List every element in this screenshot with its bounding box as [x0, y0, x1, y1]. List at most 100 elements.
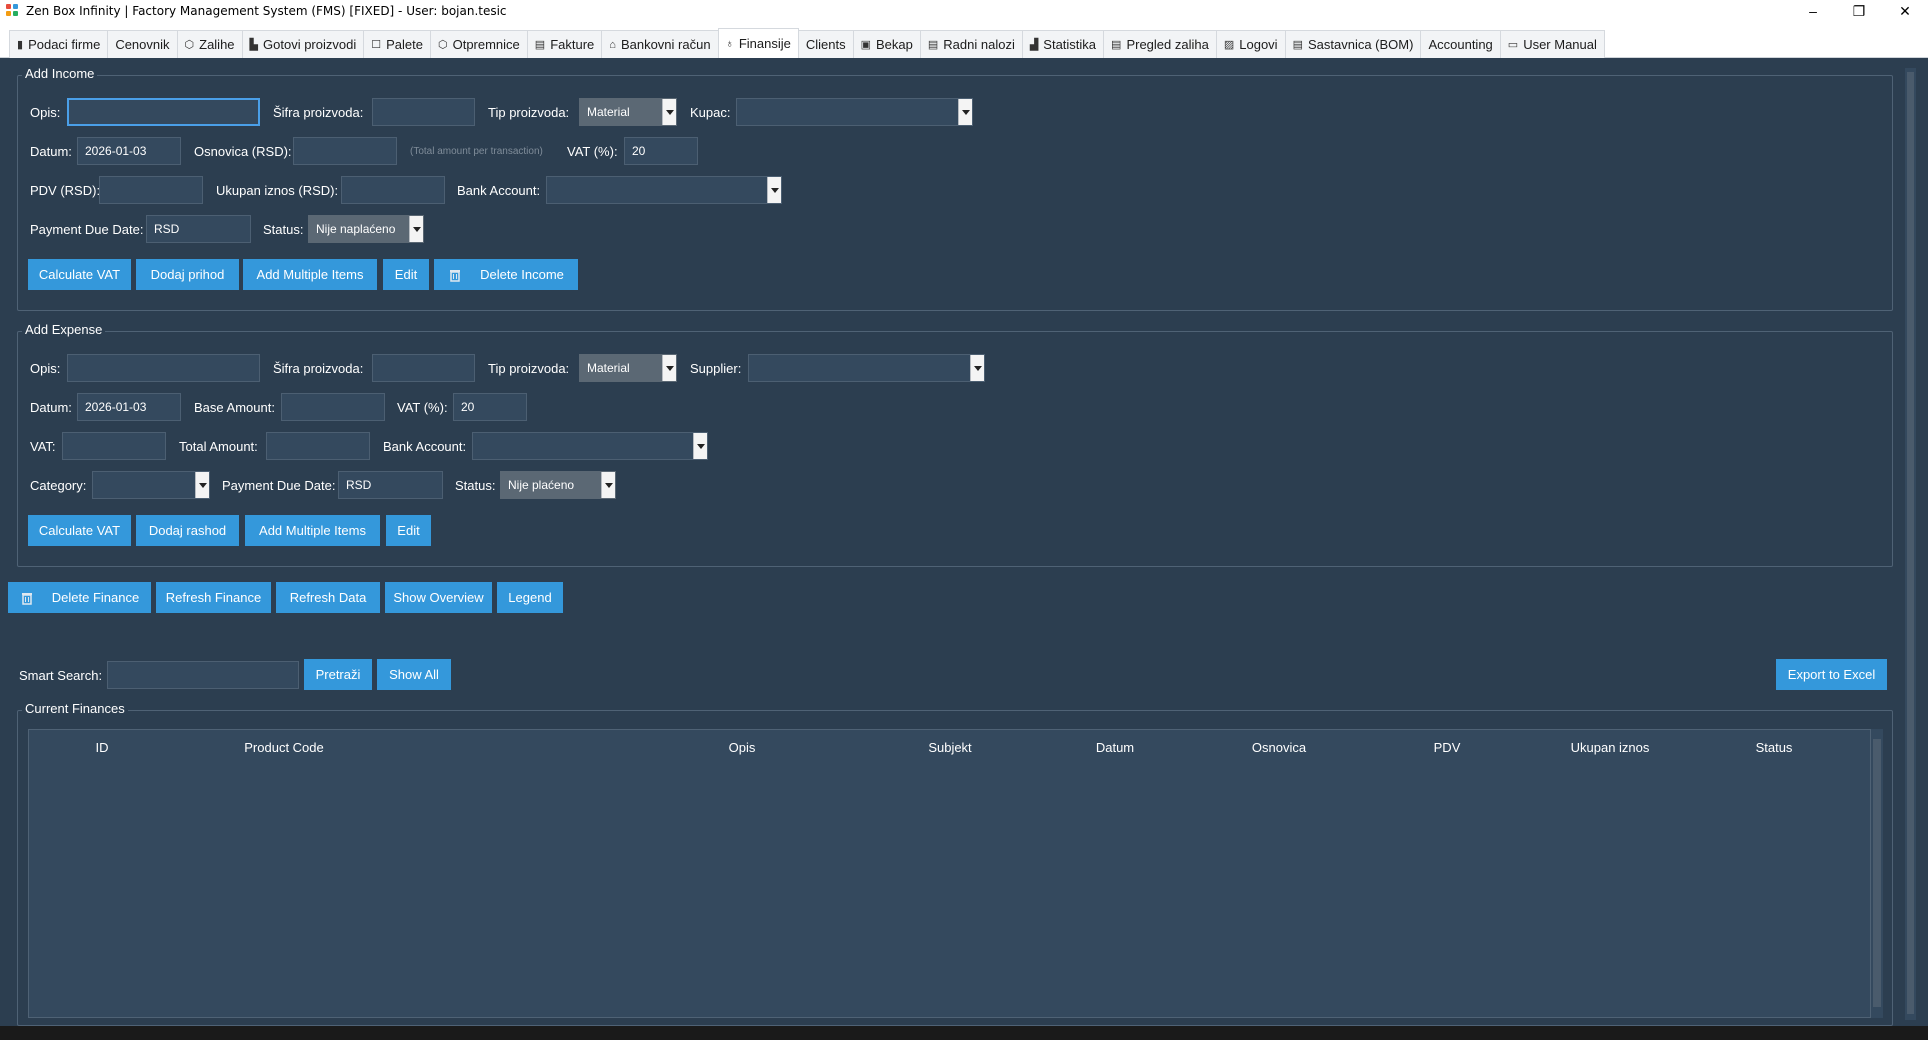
- tab-radni-nalozi[interactable]: ▤ Radni nalozi: [919, 30, 1023, 58]
- income-bank-select[interactable]: [546, 176, 782, 204]
- export-excel-button[interactable]: Export to Excel: [1776, 659, 1887, 690]
- tab-fakture[interactable]: ▤ Fakture: [526, 30, 603, 58]
- expense-opis-input[interactable]: [67, 354, 260, 382]
- tab-sastavnica-bom-[interactable]: ▤ Sastavnica (BOM): [1284, 30, 1422, 58]
- income-pdv-input[interactable]: [99, 176, 203, 204]
- income-calculate-vat-button[interactable]: Calculate VAT: [28, 259, 131, 290]
- tab-label: Statistika: [1043, 37, 1097, 52]
- expense-vat-pct-input[interactable]: 20: [453, 393, 527, 421]
- tab-bankovni-račun[interactable]: ⌂ Bankovni račun: [601, 30, 719, 58]
- expense-total-input[interactable]: [266, 432, 370, 460]
- tab-palete[interactable]: ☐ Palete: [363, 30, 431, 58]
- table-scroll-thumb[interactable]: [1873, 739, 1881, 1007]
- column-header[interactable]: Subjekt: [928, 740, 971, 755]
- add-expense-button[interactable]: Dodaj rashod: [136, 515, 239, 546]
- expense-supplier-select[interactable]: [748, 354, 985, 382]
- column-header[interactable]: ID: [96, 740, 109, 755]
- tab-label: Accounting: [1428, 37, 1493, 52]
- expense-due-input[interactable]: RSD: [338, 471, 443, 499]
- column-header[interactable]: Ukupan iznos: [1571, 740, 1650, 755]
- income-opis-input[interactable]: [67, 98, 260, 126]
- tab-user-manual[interactable]: ▭ User Manual: [1499, 30, 1605, 58]
- tab-logovi[interactable]: ▨ Logovi: [1215, 30, 1286, 58]
- add-income-button[interactable]: Dodaj prihod: [136, 259, 239, 290]
- chevron-down-icon[interactable]: [970, 355, 984, 381]
- chevron-down-icon[interactable]: [662, 355, 676, 381]
- page-vertical-scrollbar[interactable]: [1905, 68, 1916, 1020]
- tab-pregled-zaliha[interactable]: ▤ Pregled zaliha: [1103, 30, 1217, 58]
- table-vertical-scrollbar[interactable]: [1871, 729, 1883, 1018]
- tab-finansije[interactable]: ♁ Finansije: [717, 28, 799, 58]
- chevron-down-icon[interactable]: [693, 433, 707, 459]
- page-scroll-thumb[interactable]: [1907, 72, 1914, 1014]
- income-status-value: Nije naplaćeno: [316, 222, 396, 236]
- expense-base-input[interactable]: [281, 393, 385, 421]
- income-edit-button[interactable]: Edit: [383, 259, 429, 290]
- close-icon: ✕: [1899, 2, 1911, 19]
- column-header[interactable]: Status: [1756, 740, 1793, 755]
- tab-zalihe[interactable]: ⬡ Zalihe: [176, 30, 243, 58]
- column-header[interactable]: Opis: [729, 740, 756, 755]
- expense-bank-select[interactable]: [472, 432, 708, 460]
- tab-podaci-firme[interactable]: ▮ Podaci firme: [9, 30, 109, 58]
- show-all-button[interactable]: Show All: [377, 659, 451, 690]
- tab-label: Otpremnice: [452, 37, 520, 52]
- chevron-down-icon[interactable]: [195, 472, 209, 498]
- expense-status-select[interactable]: Nije plaćeno: [500, 471, 616, 499]
- column-header[interactable]: PDV: [1434, 740, 1461, 755]
- expense-category-label: Category:: [30, 478, 87, 493]
- tab-accounting[interactable]: Accounting: [1420, 30, 1501, 58]
- chevron-down-icon[interactable]: [409, 216, 423, 242]
- refresh-finance-button[interactable]: Refresh Finance: [156, 582, 271, 613]
- column-header[interactable]: Osnovica: [1252, 740, 1306, 755]
- expense-datum-input[interactable]: 2026-01-03: [77, 393, 181, 421]
- smart-search-input[interactable]: [107, 661, 299, 689]
- tab-bekap[interactable]: ▣ Bekap: [852, 30, 921, 58]
- income-sifra-input[interactable]: [372, 98, 475, 126]
- income-tip-select[interactable]: Material: [579, 98, 677, 126]
- income-kupac-select[interactable]: [736, 98, 973, 126]
- legend-button[interactable]: Legend: [497, 582, 563, 613]
- chevron-down-icon[interactable]: [767, 177, 781, 203]
- maximize-button[interactable]: ❐: [1836, 0, 1882, 22]
- tab-otpremnice[interactable]: ⬡ Otpremnice: [429, 30, 528, 58]
- minimize-button[interactable]: –: [1790, 0, 1836, 22]
- book-icon: ▭: [1507, 39, 1519, 51]
- income-osnovica-input[interactable]: [293, 137, 397, 165]
- income-bank-label: Bank Account:: [457, 183, 541, 198]
- income-add-multiple-button[interactable]: Add Multiple Items: [243, 259, 377, 290]
- close-button[interactable]: ✕: [1882, 0, 1928, 22]
- chevron-down-icon[interactable]: [662, 99, 676, 125]
- income-status-select[interactable]: Nije naplaćeno: [308, 215, 424, 243]
- show-overview-button[interactable]: Show Overview: [385, 582, 492, 613]
- expense-tip-select[interactable]: Material: [579, 354, 677, 382]
- tab-statistika[interactable]: ▟ Statistika: [1021, 30, 1105, 58]
- delete-income-button[interactable]: Delete Income: [434, 259, 578, 290]
- expense-add-multiple-button[interactable]: Add Multiple Items: [245, 515, 380, 546]
- column-header[interactable]: Datum: [1096, 740, 1134, 755]
- column-header[interactable]: Product Code: [244, 740, 324, 755]
- tab-label: Zalihe: [199, 37, 235, 52]
- expense-edit-button[interactable]: Edit: [386, 515, 431, 546]
- expense-category-select[interactable]: [92, 471, 210, 499]
- chevron-down-icon[interactable]: [958, 99, 972, 125]
- save-icon: ▣: [860, 39, 871, 51]
- income-due-input[interactable]: RSD: [146, 215, 251, 243]
- income-vat-input[interactable]: 20: [624, 137, 698, 165]
- refresh-data-button[interactable]: Refresh Data: [276, 582, 380, 613]
- expense-vat-input[interactable]: [62, 432, 166, 460]
- income-datum-input[interactable]: 2026-01-03: [77, 137, 181, 165]
- expense-sifra-input[interactable]: [372, 354, 475, 382]
- tab-gotovi-proizvodi[interactable]: ▙ Gotovi proizvodi: [241, 30, 365, 58]
- finances-table[interactable]: ID Product Code Opis Subjekt Datum Osnovica PD…: [28, 729, 1871, 1018]
- tab-clients[interactable]: Clients: [797, 30, 854, 58]
- income-ukupan-input[interactable]: [341, 176, 445, 204]
- document-icon: ▤: [1111, 39, 1122, 51]
- chevron-down-icon[interactable]: [601, 472, 615, 498]
- expense-calculate-vat-button[interactable]: Calculate VAT: [28, 515, 131, 546]
- income-sifra-label: Šifra proizvoda:: [273, 105, 364, 120]
- delete-finance-button[interactable]: Delete Finance: [8, 582, 151, 613]
- tab-cenovnik[interactable]: Cenovnik: [107, 30, 178, 58]
- search-button[interactable]: Pretraži: [304, 659, 372, 690]
- delete-income-label: Delete Income: [480, 267, 564, 282]
